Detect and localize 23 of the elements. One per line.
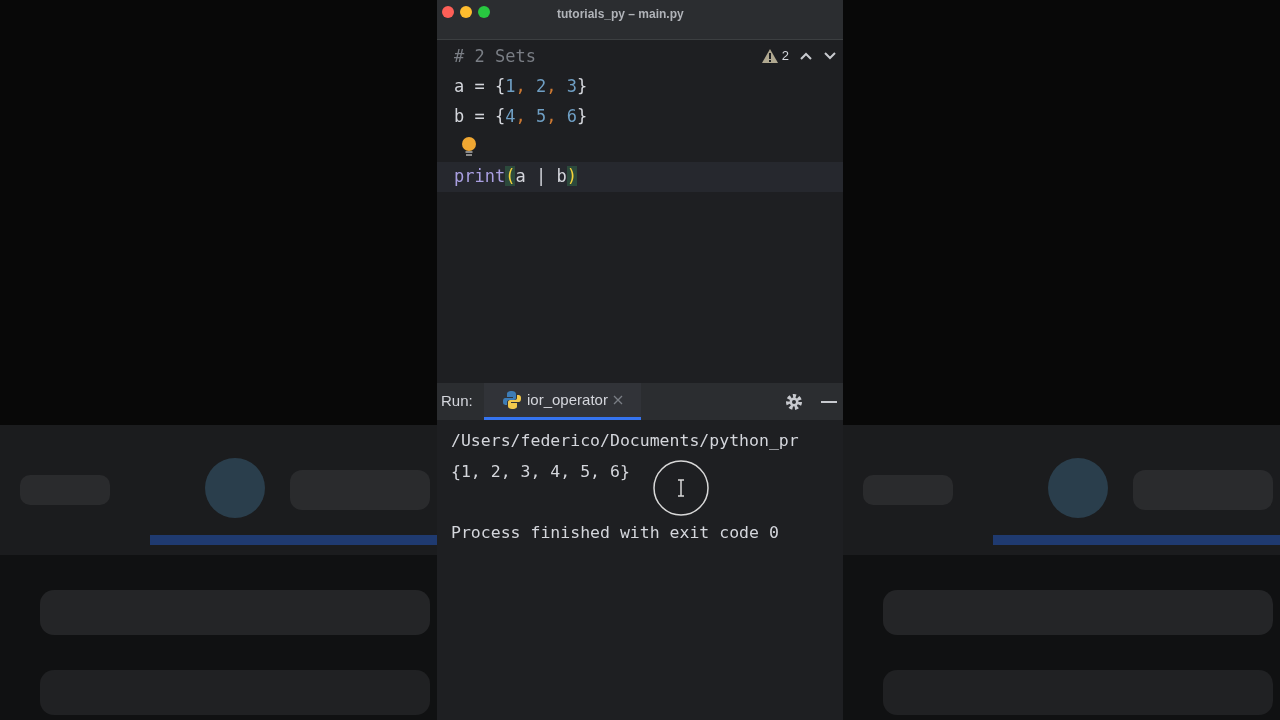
close-button[interactable] <box>442 6 454 18</box>
run-tab[interactable]: ior_operator <box>484 383 641 420</box>
chevron-up-icon[interactable] <box>799 50 813 61</box>
console-line: /Users/federico/Documents/python_pr <box>451 430 800 453</box>
console-line: Process finished with exit code 0 <box>451 522 780 545</box>
console-line: {1, 2, 3, 4, 5, 6} <box>451 461 631 484</box>
warning-count: 2 <box>781 47 789 65</box>
run-label: Run: <box>440 391 474 412</box>
close-icon[interactable] <box>612 395 623 405</box>
code-line: b = {4, 5, 6} <box>454 105 588 129</box>
code-line: # 2 Sets <box>454 45 536 69</box>
python-icon <box>502 390 522 410</box>
chevron-down-icon[interactable] <box>823 50 837 61</box>
code-line: print(a | b) <box>454 165 577 189</box>
window-title: tutorials_py – main.py <box>557 6 684 23</box>
minimize-icon[interactable] <box>821 400 837 403</box>
warning-icon[interactable] <box>761 48 778 63</box>
settings-icon[interactable] <box>785 392 803 411</box>
code-line: a = {1, 2, 3} <box>454 75 588 99</box>
minimize-button[interactable] <box>460 6 472 18</box>
cursor-icon <box>651 458 711 518</box>
maximize-button[interactable] <box>478 6 490 18</box>
lightbulb-icon[interactable] <box>461 137 477 157</box>
